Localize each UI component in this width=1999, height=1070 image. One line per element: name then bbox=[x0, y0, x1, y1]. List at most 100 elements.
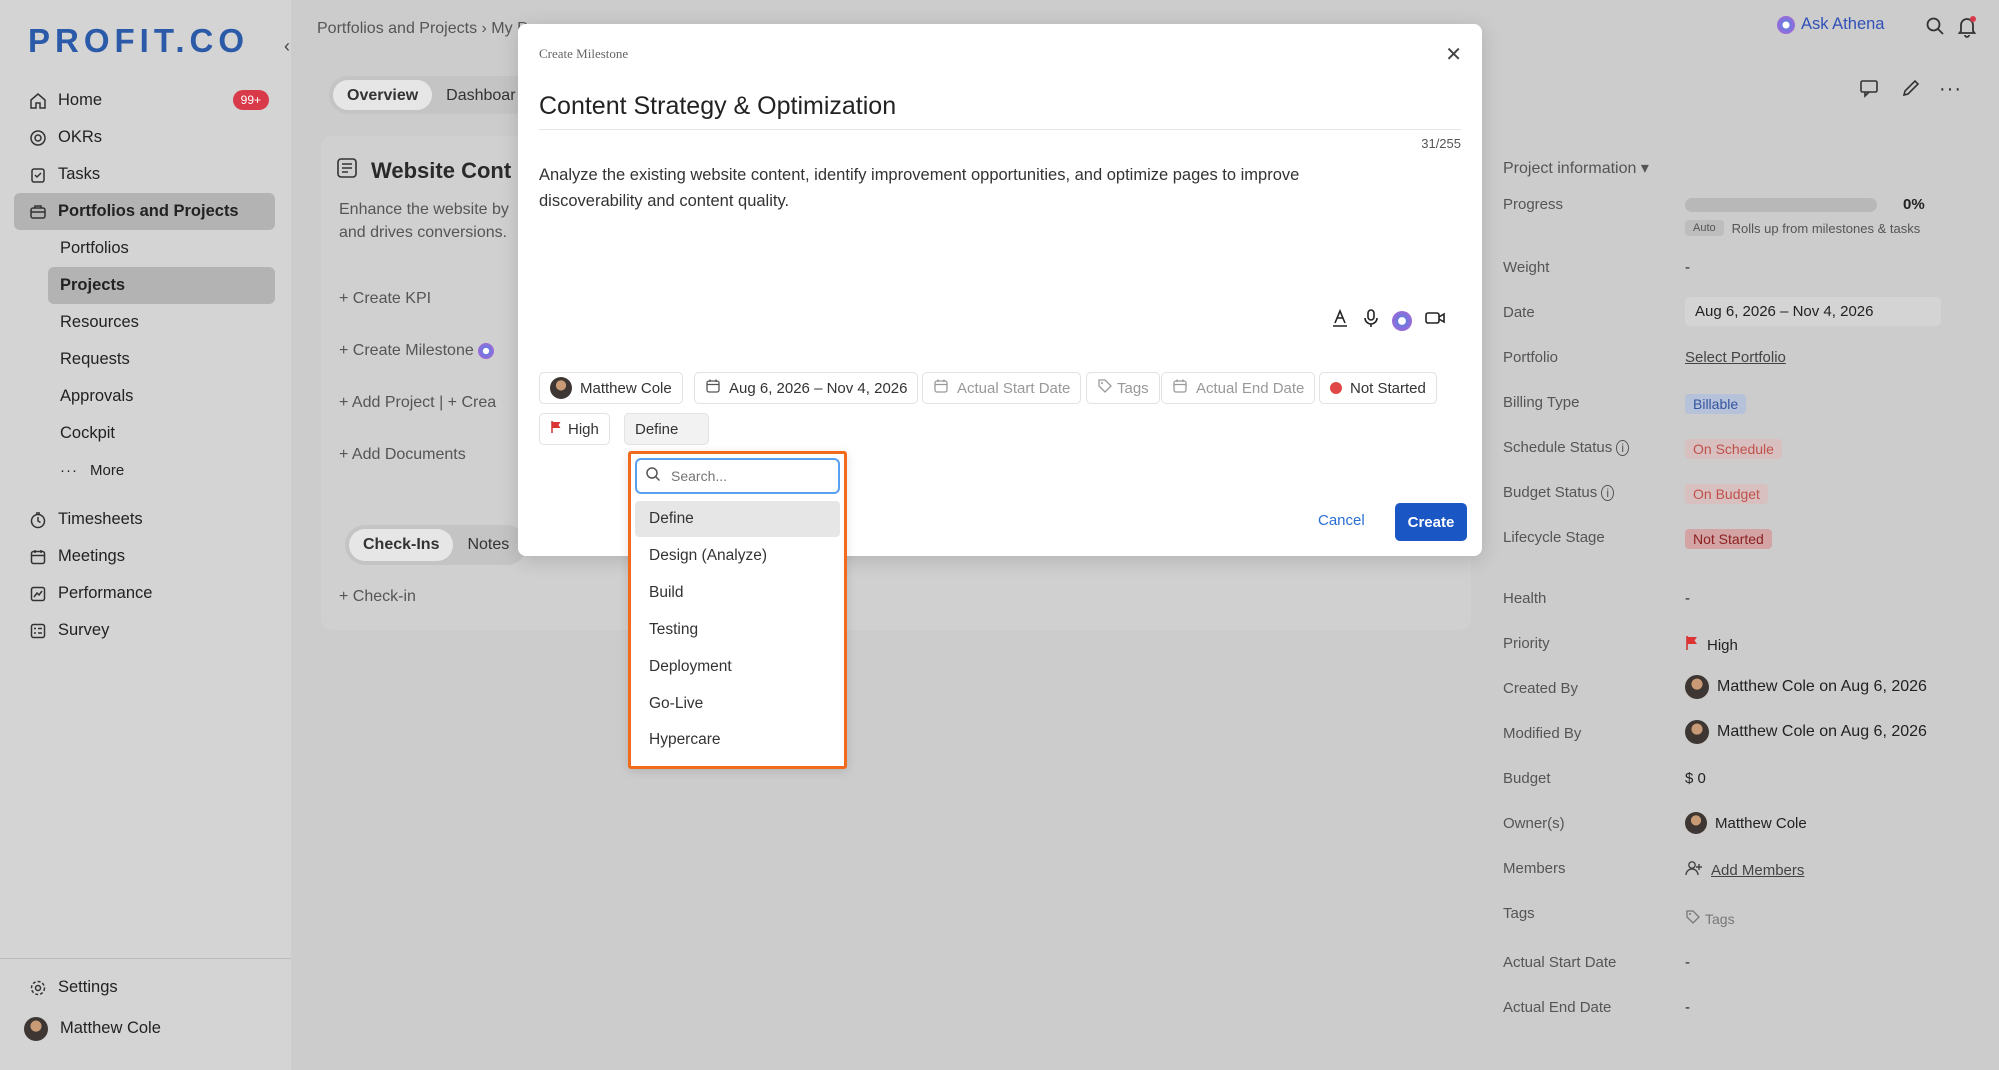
document-icon bbox=[335, 156, 359, 186]
create-kpi-link[interactable]: + Create KPI bbox=[339, 290, 431, 308]
athena-icon bbox=[1777, 15, 1795, 34]
owner-chip[interactable]: Matthew Cole bbox=[539, 372, 683, 404]
project-info-header[interactable]: Project information ▾ bbox=[1503, 158, 1649, 178]
date-range-chip[interactable]: Aug 6, 2026 – Nov 4, 2026 bbox=[694, 372, 919, 404]
avatar bbox=[1685, 720, 1709, 744]
nav-settings[interactable]: Settings bbox=[14, 969, 291, 1006]
schedule-badge: On Schedule bbox=[1685, 439, 1782, 459]
nav-cockpit[interactable]: Cockpit bbox=[48, 415, 275, 452]
status-chip-label: Not Started bbox=[1350, 379, 1426, 397]
ask-athena-button[interactable]: Ask Athena bbox=[1777, 15, 1884, 34]
nav-resources[interactable]: Resources bbox=[48, 304, 275, 341]
nav-okrs[interactable]: OKRs bbox=[14, 119, 275, 156]
progress-row: Progress 0% bbox=[1503, 196, 1983, 213]
home-icon bbox=[28, 91, 48, 111]
check-in-label: Check-in bbox=[352, 588, 416, 605]
video-icon[interactable] bbox=[1424, 309, 1446, 332]
priority-chip-label: High bbox=[568, 420, 599, 438]
tab-check-ins[interactable]: Check-Ins bbox=[349, 529, 454, 561]
actual-end-date-chip[interactable]: Actual End Date bbox=[1161, 372, 1316, 404]
nav-portfolios-and-projects[interactable]: Portfolios and Projects bbox=[14, 193, 275, 230]
nav-survey-label: Survey bbox=[58, 621, 110, 639]
members-row: Members Add Members bbox=[1503, 860, 1983, 880]
stage-option-define[interactable]: Define bbox=[635, 501, 840, 537]
microphone-icon[interactable] bbox=[1362, 308, 1380, 333]
nav-home[interactable]: Home 99+ bbox=[14, 82, 275, 119]
nav-requests[interactable]: Requests bbox=[48, 341, 275, 378]
owners-value: Matthew Cole bbox=[1715, 814, 1807, 832]
avatar bbox=[24, 1016, 48, 1041]
budget-label: Budget bbox=[1503, 770, 1551, 787]
avatar bbox=[1685, 675, 1709, 699]
stage-option-go-live[interactable]: Go-Live bbox=[635, 686, 840, 722]
cancel-button[interactable]: Cancel bbox=[1318, 512, 1365, 529]
nav-tasks[interactable]: Tasks bbox=[14, 156, 275, 193]
date-field[interactable]: Aug 6, 2026 – Nov 4, 2026 bbox=[1685, 297, 1941, 326]
modified-value: Matthew Cole on Aug 6, 2026 bbox=[1717, 723, 1927, 740]
milestone-title-input[interactable]: Content Strategy & Optimization bbox=[539, 92, 1461, 130]
stage-chip[interactable]: Define bbox=[624, 413, 710, 445]
status-chip[interactable]: Not Started bbox=[1319, 372, 1437, 404]
nav-portfolios[interactable]: Portfolios bbox=[48, 230, 275, 267]
calendar-icon bbox=[933, 378, 949, 398]
nav-survey[interactable]: Survey bbox=[14, 612, 275, 649]
portfolio-label: Portfolio bbox=[1503, 349, 1559, 366]
nav-timesheets[interactable]: Timesheets bbox=[14, 501, 275, 538]
dropdown-search-input[interactable] bbox=[671, 468, 831, 484]
billing-badge: Billable bbox=[1685, 394, 1747, 414]
portfolio-row: Portfolio Select Portfolio bbox=[1503, 349, 1983, 366]
created-label: Created By bbox=[1503, 680, 1579, 697]
stage-option-deployment[interactable]: Deployment bbox=[635, 649, 840, 685]
tab-notes[interactable]: Notes bbox=[453, 529, 523, 561]
main-nav: Home 99+ OKRs Tasks Portfolios and Proje… bbox=[14, 82, 275, 649]
stage-option-testing[interactable]: Testing bbox=[635, 612, 840, 648]
briefcase-icon bbox=[28, 202, 48, 222]
members-label: Members bbox=[1503, 860, 1566, 877]
create-button[interactable]: Create bbox=[1395, 503, 1467, 541]
clipboard-icon bbox=[28, 165, 48, 185]
create-milestone-link[interactable]: + Create Milestone bbox=[339, 342, 495, 360]
tags-row: Tags Tags bbox=[1503, 905, 1983, 927]
tags-field[interactable]: Tags bbox=[1685, 909, 1735, 928]
nav-timesheets-label: Timesheets bbox=[58, 510, 143, 528]
search-icon[interactable] bbox=[1925, 16, 1945, 41]
nav-home-label: Home bbox=[58, 91, 103, 109]
close-icon[interactable]: ✕ bbox=[1445, 42, 1462, 67]
tags-chip[interactable]: Tags bbox=[1086, 372, 1160, 404]
add-documents-link[interactable]: + Add Documents bbox=[339, 446, 466, 464]
add-project-link[interactable]: + Add Project | + Crea bbox=[339, 394, 496, 412]
check-in-link[interactable]: + Check-in bbox=[339, 588, 416, 606]
nav-approvals[interactable]: Approvals bbox=[48, 378, 275, 415]
calendar-icon bbox=[28, 547, 48, 567]
ai-assist-icon[interactable] bbox=[1392, 310, 1412, 331]
schedule-row: Schedule Status i On Schedule bbox=[1503, 439, 1983, 459]
comment-icon[interactable] bbox=[1859, 78, 1879, 103]
tags-value: Tags bbox=[1705, 910, 1735, 927]
logo: PROFIT.CO bbox=[28, 22, 250, 59]
milestone-description-input[interactable]: Analyze the existing website content, id… bbox=[539, 162, 1399, 214]
owners-row: Owner(s) Matthew Cole bbox=[1503, 812, 1983, 834]
actual-start-date-chip[interactable]: Actual Start Date bbox=[922, 372, 1082, 404]
stage-option-hypercare[interactable]: Hypercare bbox=[635, 722, 840, 758]
tab-overview[interactable]: Overview bbox=[333, 80, 433, 110]
stage-option-design[interactable]: Design (Analyze) bbox=[635, 538, 840, 574]
user-profile[interactable]: Matthew Cole bbox=[10, 1010, 291, 1047]
stage-option-build[interactable]: Build bbox=[635, 575, 840, 611]
nav-more[interactable]: ··· More bbox=[48, 452, 275, 489]
breadcrumb[interactable]: Portfolios and Projects › My P bbox=[317, 20, 528, 38]
bell-icon[interactable] bbox=[1957, 16, 1977, 43]
tab-dashboard[interactable]: Dashboar bbox=[432, 80, 529, 110]
text-format-icon[interactable] bbox=[1330, 308, 1350, 333]
priority-chip[interactable]: High bbox=[539, 413, 610, 445]
nav-projects[interactable]: Projects bbox=[48, 267, 275, 304]
edit-icon[interactable] bbox=[1901, 78, 1921, 103]
tags-label: Tags bbox=[1503, 905, 1535, 922]
nav-meetings[interactable]: Meetings bbox=[14, 538, 275, 575]
progress-percent: 0% bbox=[1903, 196, 1925, 213]
select-portfolio-link[interactable]: Select Portfolio bbox=[1685, 349, 1786, 366]
nav-tasks-label: Tasks bbox=[58, 165, 101, 183]
more-options-icon[interactable]: ··· bbox=[1939, 78, 1962, 101]
add-members-link[interactable]: Add Members bbox=[1685, 860, 1804, 880]
nav-performance[interactable]: Performance bbox=[14, 575, 275, 612]
collapse-sidebar-button[interactable]: ‹ bbox=[284, 36, 290, 57]
